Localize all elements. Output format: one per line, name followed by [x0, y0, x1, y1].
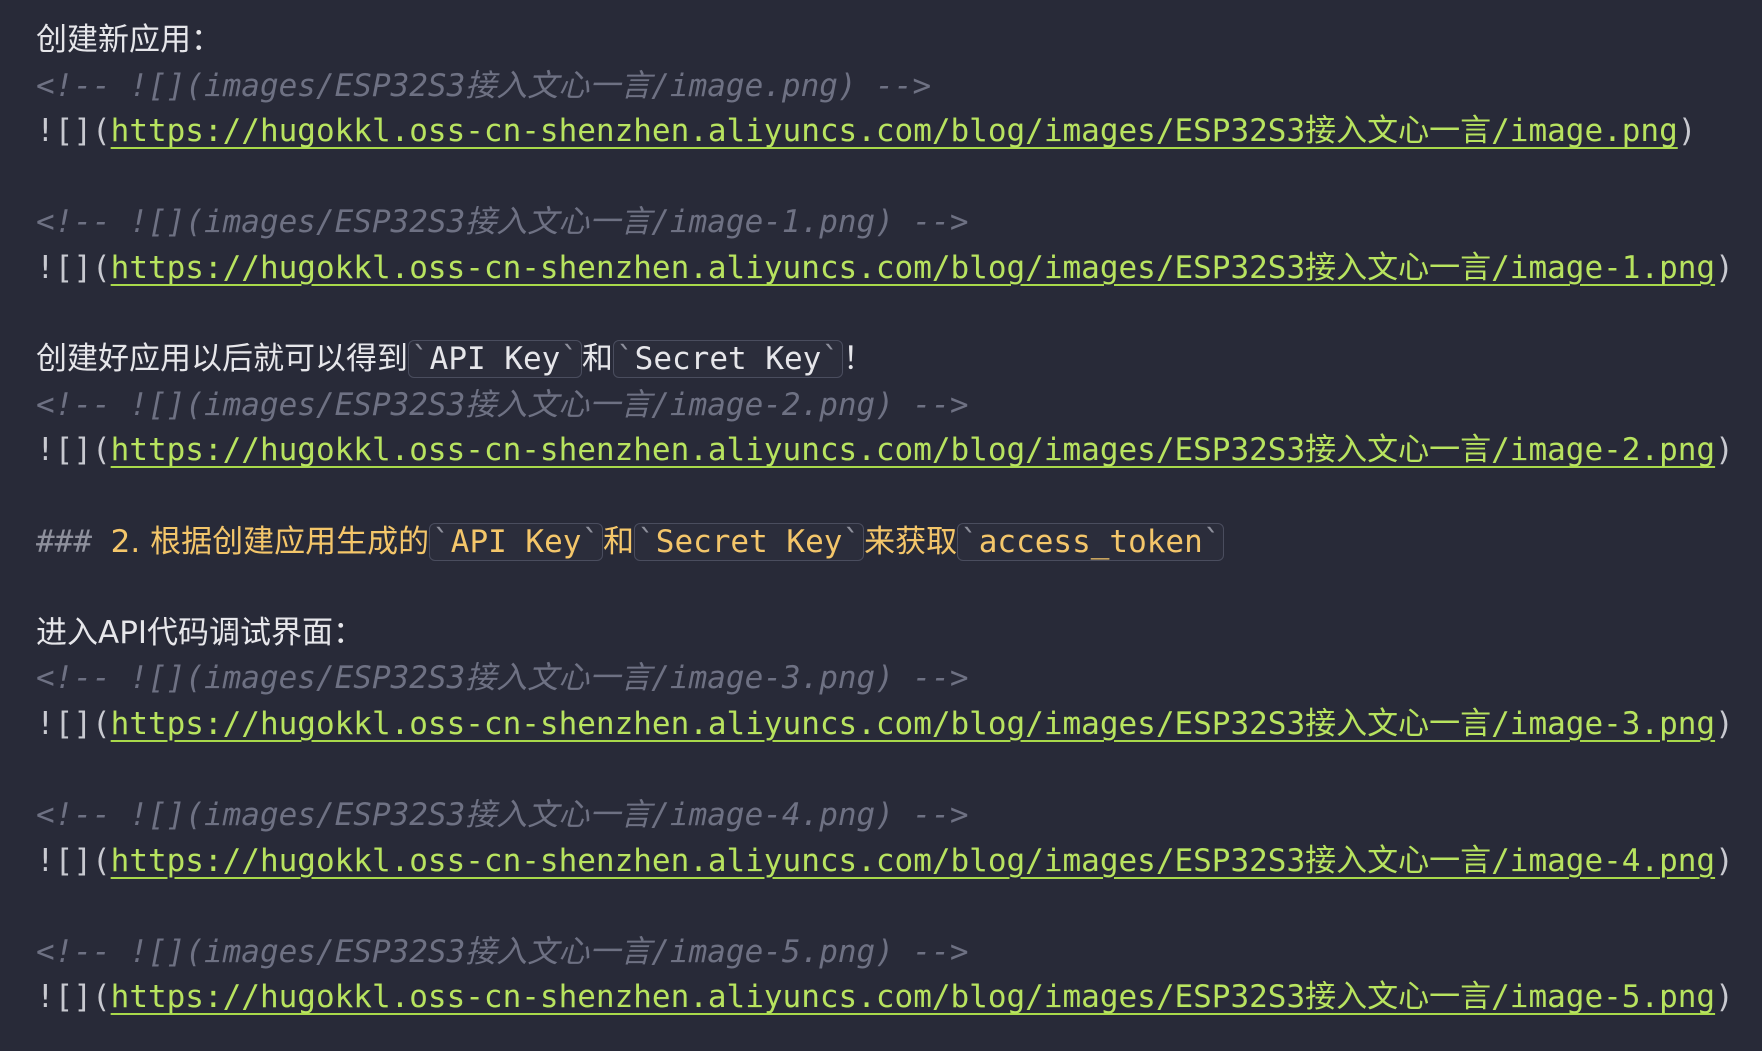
html-comment: <!-- ![](images/ESP32S3接入文心一言/image-2.pn… [36, 386, 969, 423]
html-comment: <!-- ![](images/ESP32S3接入文心一言/image-3.pn… [36, 660, 969, 697]
image-link-line: ![](https://hugokkl.oss-cn-shenzhen.aliy… [36, 428, 1736, 474]
image-syntax-open: ![]( [36, 432, 111, 469]
image-syntax-open: ![]( [36, 842, 111, 879]
image-url-link[interactable]: https://hugokkl.oss-cn-shenzhen.aliyuncs… [111, 979, 1715, 1015]
image-syntax-open: ![]( [36, 979, 111, 1016]
image-syntax-close: ) [1715, 249, 1734, 286]
image-link-line: ![](https://hugokkl.oss-cn-shenzhen.aliy… [36, 839, 1736, 885]
backtick: ` [411, 341, 430, 378]
inline-code: `API Key` [408, 340, 582, 379]
backtick: ` [960, 523, 979, 560]
paragraph-text: 创建新应用： [36, 22, 222, 58]
image-link-line: ![](https://hugokkl.oss-cn-shenzhen.aliy… [36, 702, 1736, 748]
image-url-link[interactable]: https://hugokkl.oss-cn-shenzhen.aliyuncs… [111, 113, 1678, 149]
heading-text: 2. 根据创建应用生成的 [110, 523, 430, 560]
inline-code-text: API Key [429, 341, 561, 378]
image-syntax-open: ![]( [36, 705, 111, 742]
comment-line: <!-- ![](images/ESP32S3接入文心一言/image-2.pn… [36, 383, 1736, 429]
image-link-line: ![](https://hugokkl.oss-cn-shenzhen.aliy… [36, 975, 1736, 1021]
image-link-line: ![](https://hugokkl.oss-cn-shenzhen.aliy… [36, 246, 1736, 292]
backtick: ` [637, 523, 656, 560]
html-comment: <!-- ![](images/ESP32S3接入文心一言/image-5.pn… [36, 933, 969, 970]
html-comment: <!-- ![](images/ESP32S3接入文心一言/image-4.pn… [36, 797, 969, 834]
backtick: ` [560, 341, 579, 378]
comment-line: <!-- ![](images/ESP32S3接入文心一言/image-1.pn… [36, 200, 1736, 246]
inline-code: `Secret Key` [634, 522, 865, 561]
comment-line: <!-- ![](images/ESP32S3接入文心一言/image-5.pn… [36, 930, 1736, 976]
backtick: ` [616, 341, 635, 378]
backtick: ` [432, 523, 451, 560]
comment-line: <!-- ![](images/ESP32S3接入文心一言/image-4.pn… [36, 793, 1736, 839]
paragraph-text: ！ [842, 341, 874, 378]
text-line: 创建好应用以后就可以得到`API Key`和`Secret Key`！ [36, 337, 1736, 383]
image-url-link[interactable]: https://hugokkl.oss-cn-shenzhen.aliyuncs… [111, 706, 1715, 742]
image-syntax-close: ) [1715, 842, 1734, 879]
image-url-link[interactable]: https://hugokkl.oss-cn-shenzhen.aliyuncs… [111, 250, 1715, 286]
inline-code: `Secret Key` [613, 340, 843, 379]
heading-line: ### 2. 根据创建应用生成的`API Key`和`Secret Key`来获… [36, 520, 1736, 566]
image-syntax-close: ) [1677, 113, 1697, 150]
heading-marker: ### [36, 523, 92, 560]
image-url-link[interactable]: https://hugokkl.oss-cn-shenzhen.aliyuncs… [111, 432, 1715, 468]
image-url-link[interactable]: https://hugokkl.oss-cn-shenzhen.aliyuncs… [111, 843, 1715, 879]
html-comment: <!-- ![](images/ESP32S3接入文心一言/image.png)… [36, 67, 932, 104]
image-link-line: ![](https://hugokkl.oss-cn-shenzhen.aliy… [36, 109, 1736, 155]
image-syntax-close: ) [1715, 979, 1734, 1016]
backtick: ` [581, 523, 601, 560]
text-line: 创建新应用： [36, 18, 1736, 64]
paragraph-text: 进入API代码调试界面： [36, 614, 365, 651]
backtick: ` [842, 523, 862, 560]
image-syntax-close: ) [1715, 432, 1734, 469]
html-comment: <!-- ![](images/ESP32S3接入文心一言/image-1.pn… [36, 204, 969, 241]
image-syntax-open: ![]( [36, 113, 111, 150]
paragraph-text: 创建好应用以后就可以得到 [36, 341, 408, 378]
paragraph-text: 和 [582, 341, 613, 378]
comment-line: <!-- ![](images/ESP32S3接入文心一言/image-3.pn… [36, 656, 1736, 702]
inline-code-text: API Key [450, 523, 582, 560]
inline-code-text: access_token [978, 523, 1203, 560]
inline-code-text: Secret Key [655, 523, 843, 560]
image-syntax-open: ![]( [36, 249, 111, 286]
heading-text: 和 [603, 523, 635, 560]
image-syntax-close: ) [1715, 705, 1734, 742]
backtick: ` [821, 341, 840, 378]
inline-code: `access_token` [957, 522, 1225, 561]
inline-code-text: Secret Key [634, 341, 822, 378]
inline-code: `API Key` [429, 522, 604, 561]
text-line: 进入API代码调试界面： [36, 611, 1736, 657]
heading-text: 来获取 [864, 523, 958, 560]
markdown-editor[interactable]: 创建新应用： <!-- ![](images/ESP32S3接入文心一言/ima… [36, 18, 1736, 1021]
backtick: ` [1202, 523, 1222, 560]
comment-line: <!-- ![](images/ESP32S3接入文心一言/image.png)… [36, 64, 1736, 110]
